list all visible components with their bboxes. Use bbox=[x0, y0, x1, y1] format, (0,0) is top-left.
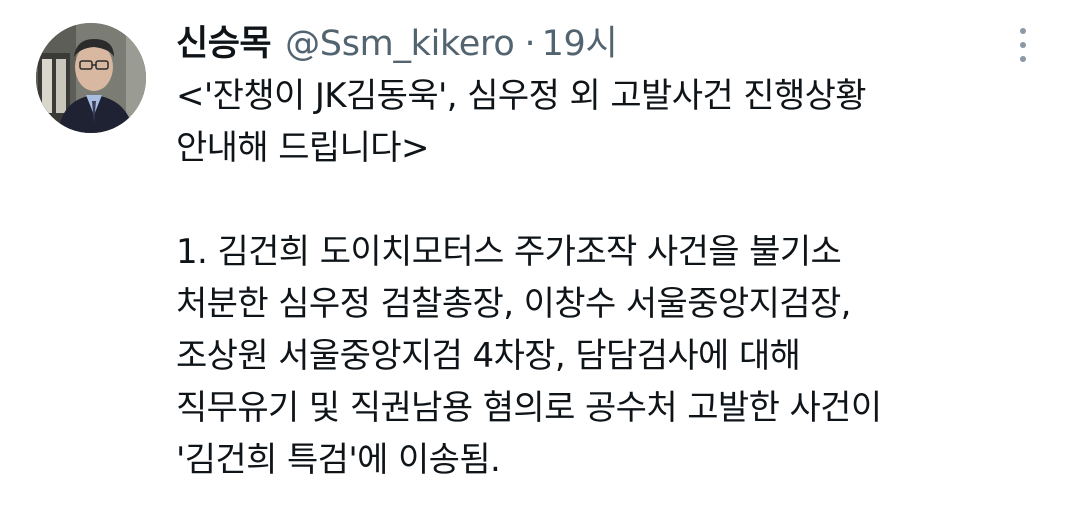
tweet-text-line: 직무유기 및 직권남용 혐의로 공수처 고발한 사건이 bbox=[176, 388, 882, 428]
avatar[interactable] bbox=[36, 23, 146, 133]
tweet-header: 신승목 @Ssm_kikero · 19시 bbox=[176, 16, 618, 72]
separator-dot: · bbox=[524, 24, 536, 64]
tweet-text-line: <'잔챙이 JK김동욱', 심우정 외 고발사건 진행상황 bbox=[176, 76, 867, 116]
user-handle[interactable]: @Ssm_kikero bbox=[285, 16, 515, 72]
tweet[interactable]: 신승목 @Ssm_kikero · 19시 <'잔챙이 JK김동욱', 심우정 … bbox=[0, 0, 1080, 531]
tweet-text-line: 1. 김건희 도이치모터스 주가조작 사건을 불기소 bbox=[176, 232, 842, 272]
tweet-text-line: '김건희 특검'에 이송됨. bbox=[176, 440, 501, 480]
tweet-text-line: 조상원 서울중앙지검 4차장, 담담검사에 대해 bbox=[176, 336, 801, 376]
more-vertical-icon[interactable] bbox=[1006, 28, 1040, 62]
more-dot bbox=[1020, 42, 1026, 48]
display-name[interactable]: 신승목 bbox=[176, 16, 272, 72]
tweet-text-line: 처분한 심우정 검찰총장, 이창수 서울중앙지검장, bbox=[176, 284, 851, 324]
tweet-text: <'잔챙이 JK김동욱', 심우정 외 고발사건 진행상황 안내해 드립니다> … bbox=[176, 70, 1056, 486]
avatar-photo bbox=[36, 23, 146, 133]
tweet-text-line: 안내해 드립니다> bbox=[176, 128, 429, 168]
more-dot bbox=[1020, 28, 1026, 34]
timestamp[interactable]: 19시 bbox=[542, 16, 618, 72]
more-dot bbox=[1020, 56, 1026, 62]
